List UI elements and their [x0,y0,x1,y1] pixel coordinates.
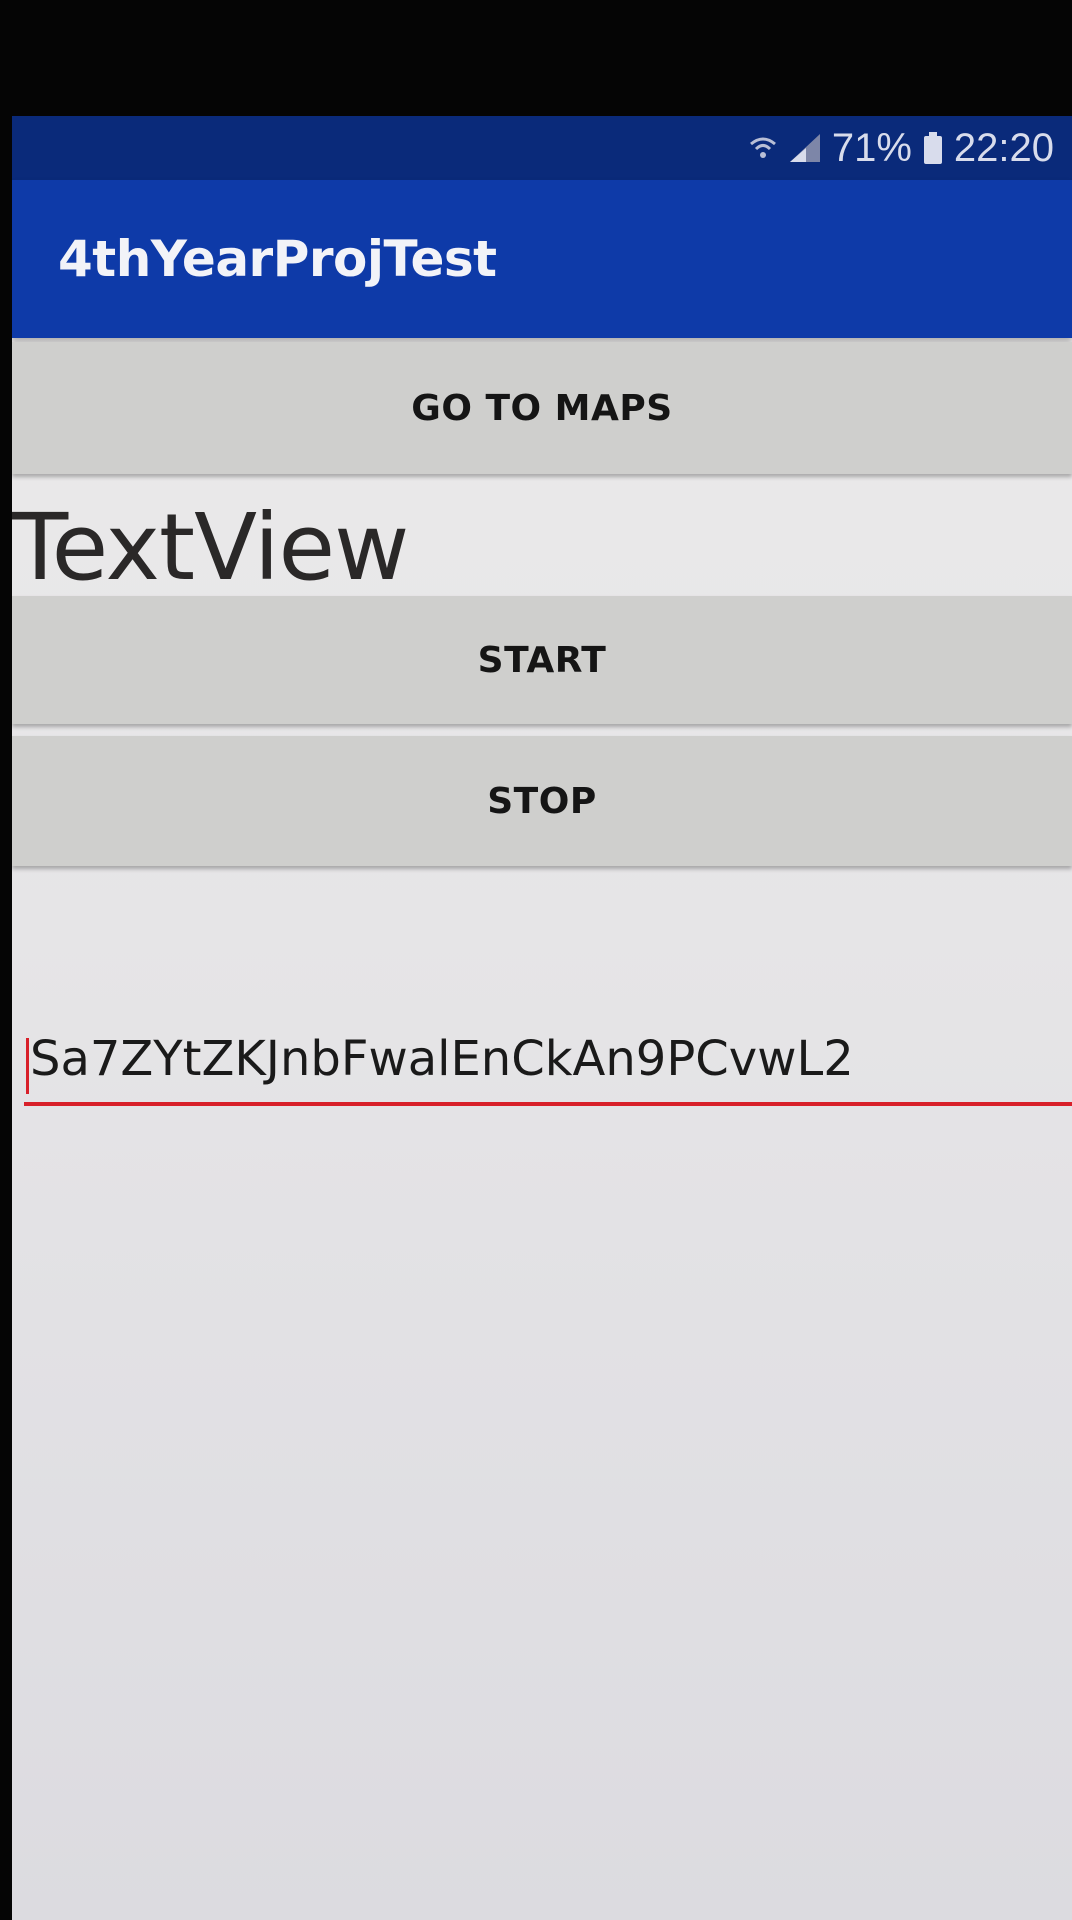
signal-icon [788,132,822,164]
go-to-maps-button[interactable]: GO TO MAPS [12,342,1072,474]
battery-percent: 71% [831,125,912,170]
textview-label: TextView [12,494,409,601]
stop-button[interactable]: STOP [12,736,1072,866]
phone-screen: 71% 22:20 4thYearProjTest GO TO MAPS Tex… [12,116,1072,1920]
text-cursor [26,1038,29,1094]
wifi-icon [748,133,778,163]
app-title: 4thYearProjTest [58,230,497,288]
status-bar: 71% 22:20 [12,116,1072,180]
clock: 22:20 [953,125,1054,170]
battery-icon [922,131,944,165]
app-bar: 4thYearProjTest [12,180,1072,338]
start-button[interactable]: START [12,596,1072,724]
text-input-field[interactable] [24,1016,1072,1106]
